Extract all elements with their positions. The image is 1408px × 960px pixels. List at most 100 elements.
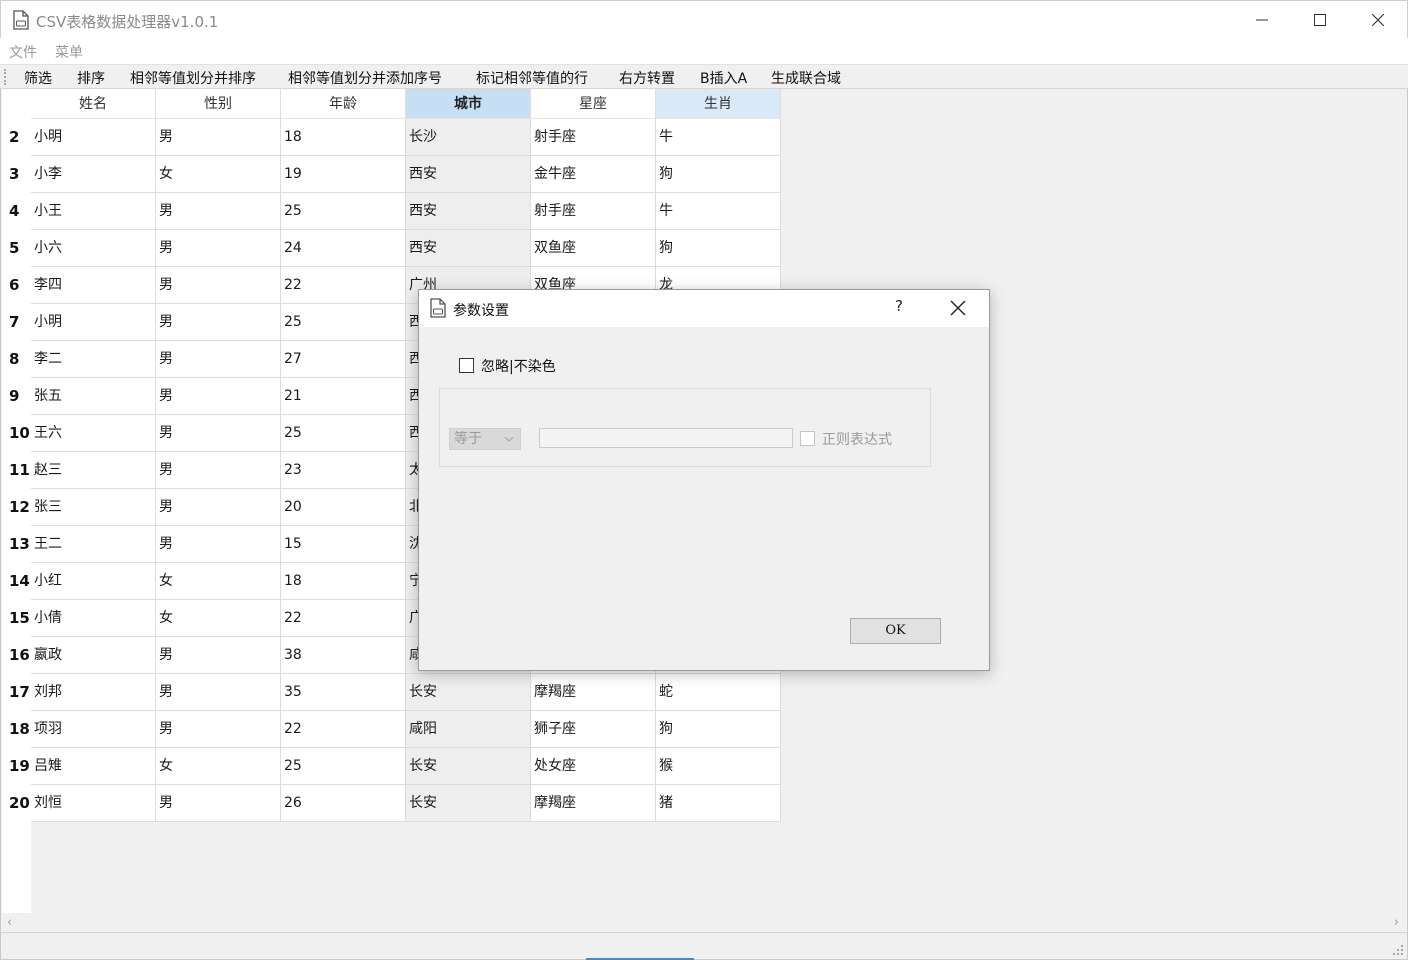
table-cell[interactable]: 狗 [656, 711, 781, 748]
table-cell[interactable]: 处女座 [531, 748, 656, 785]
minimize-button[interactable] [1233, 1, 1291, 39]
table-cell[interactable]: 22 [281, 711, 406, 748]
table-cell[interactable]: 刘恒 [31, 785, 156, 822]
row-number[interactable]: 4 [2, 193, 31, 230]
table-cell[interactable]: 男 [156, 674, 281, 711]
table-cell[interactable]: 小王 [31, 193, 156, 230]
row-number[interactable]: 2 [2, 119, 31, 156]
table-cell[interactable]: 射手座 [531, 193, 656, 230]
table-cell[interactable]: 项羽 [31, 711, 156, 748]
row-number[interactable]: 11 [2, 452, 31, 489]
table-cell[interactable]: 男 [156, 452, 281, 489]
row-number[interactable]: 5 [2, 230, 31, 267]
toolbar-filter-button[interactable]: 筛选 [24, 68, 52, 88]
table-cell[interactable]: 西安 [406, 230, 531, 267]
dialog-help-button[interactable]: ? [895, 297, 903, 315]
table-cell[interactable]: 女 [156, 156, 281, 193]
table-cell[interactable]: 小李 [31, 156, 156, 193]
table-cell[interactable]: 男 [156, 711, 281, 748]
table-cell[interactable]: 38 [281, 637, 406, 674]
row-number[interactable]: 8 [2, 341, 31, 378]
table-cell[interactable]: 25 [281, 748, 406, 785]
table-cell[interactable]: 长安 [406, 674, 531, 711]
table-cell[interactable]: 摩羯座 [531, 785, 656, 822]
row-number[interactable]: 3 [2, 156, 31, 193]
row-number[interactable]: 6 [2, 267, 31, 304]
table-cell[interactable]: 张五 [31, 378, 156, 415]
column-header[interactable]: 年龄 [281, 89, 406, 119]
table-cell[interactable]: 王二 [31, 526, 156, 563]
table-cell[interactable]: 长安 [406, 748, 531, 785]
resize-grip-icon[interactable] [1392, 944, 1404, 956]
table-cell[interactable]: 22 [281, 267, 406, 304]
table-cell[interactable]: 牛 [656, 193, 781, 230]
maximize-button[interactable] [1291, 1, 1349, 39]
table-cell[interactable]: 刘邦 [31, 674, 156, 711]
table-cell[interactable]: 男 [156, 267, 281, 304]
table-cell[interactable]: 25 [281, 304, 406, 341]
toolbar-grip[interactable] [4, 69, 8, 85]
table-cell[interactable]: 25 [281, 193, 406, 230]
table-cell[interactable]: 猴 [656, 748, 781, 785]
row-number[interactable]: 13 [2, 526, 31, 563]
table-cell[interactable]: 男 [156, 304, 281, 341]
table-cell[interactable]: 吕雉 [31, 748, 156, 785]
row-number[interactable]: 7 [2, 304, 31, 341]
table-cell[interactable]: 西安 [406, 193, 531, 230]
table-cell[interactable]: 小倩 [31, 600, 156, 637]
table-cell[interactable]: 35 [281, 674, 406, 711]
table-cell[interactable]: 长沙 [406, 119, 531, 156]
table-cell[interactable]: 狗 [656, 230, 781, 267]
scroll-right-icon[interactable]: › [1394, 915, 1399, 930]
horizontal-scrollbar[interactable]: ‹ › [0, 913, 1408, 932]
operator-select[interactable]: 等于 [449, 428, 521, 450]
table-cell[interactable]: 狮子座 [531, 711, 656, 748]
table-cell[interactable]: 男 [156, 119, 281, 156]
table-cell[interactable]: 小明 [31, 119, 156, 156]
table-cell[interactable]: 猪 [656, 785, 781, 822]
row-number[interactable]: 9 [2, 378, 31, 415]
table-cell[interactable]: 25 [281, 415, 406, 452]
table-cell[interactable]: 男 [156, 526, 281, 563]
table-cell[interactable]: 26 [281, 785, 406, 822]
table-cell[interactable]: 狗 [656, 156, 781, 193]
table-cell[interactable]: 双鱼座 [531, 230, 656, 267]
scroll-left-icon[interactable]: ‹ [7, 915, 12, 930]
table-cell[interactable]: 长安 [406, 785, 531, 822]
table-cell[interactable]: 赵三 [31, 452, 156, 489]
table-cell[interactable]: 男 [156, 193, 281, 230]
menu-menu[interactable]: 菜单 [55, 42, 83, 62]
table-cell[interactable]: 男 [156, 785, 281, 822]
table-cell[interactable]: 22 [281, 600, 406, 637]
row-number[interactable]: 17 [2, 674, 31, 711]
toolbar-mark-rows-button[interactable]: 标记相邻等值的行 [476, 68, 588, 88]
table-cell[interactable]: 男 [156, 415, 281, 452]
table-cell[interactable]: 23 [281, 452, 406, 489]
row-number[interactable]: 15 [2, 600, 31, 637]
table-cell[interactable]: 咸阳 [406, 711, 531, 748]
row-number[interactable]: 20 [2, 785, 31, 822]
table-cell[interactable]: 张三 [31, 489, 156, 526]
table-cell[interactable]: 射手座 [531, 119, 656, 156]
table-cell[interactable]: 15 [281, 526, 406, 563]
column-header[interactable]: 性别 [156, 89, 281, 119]
table-cell[interactable]: 27 [281, 341, 406, 378]
table-cell[interactable]: 女 [156, 563, 281, 600]
column-header[interactable]: 星座 [531, 89, 656, 119]
toolbar-insert-b-button[interactable]: B插入A [700, 68, 747, 88]
toolbar-union-domain-button[interactable]: 生成联合域 [771, 68, 841, 88]
ok-button[interactable]: OK [850, 618, 941, 644]
table-cell[interactable]: 嬴政 [31, 637, 156, 674]
column-header[interactable]: 生肖 [656, 89, 781, 119]
toolbar-sort-button[interactable]: 排序 [77, 68, 105, 88]
table-cell[interactable]: 小明 [31, 304, 156, 341]
table-cell[interactable]: 西安 [406, 156, 531, 193]
table-cell[interactable]: 摩羯座 [531, 674, 656, 711]
table-cell[interactable]: 金牛座 [531, 156, 656, 193]
row-number[interactable]: 14 [2, 563, 31, 600]
table-cell[interactable]: 19 [281, 156, 406, 193]
table-cell[interactable]: 男 [156, 230, 281, 267]
row-number[interactable]: 12 [2, 489, 31, 526]
pattern-input[interactable] [539, 428, 793, 448]
table-cell[interactable]: 24 [281, 230, 406, 267]
